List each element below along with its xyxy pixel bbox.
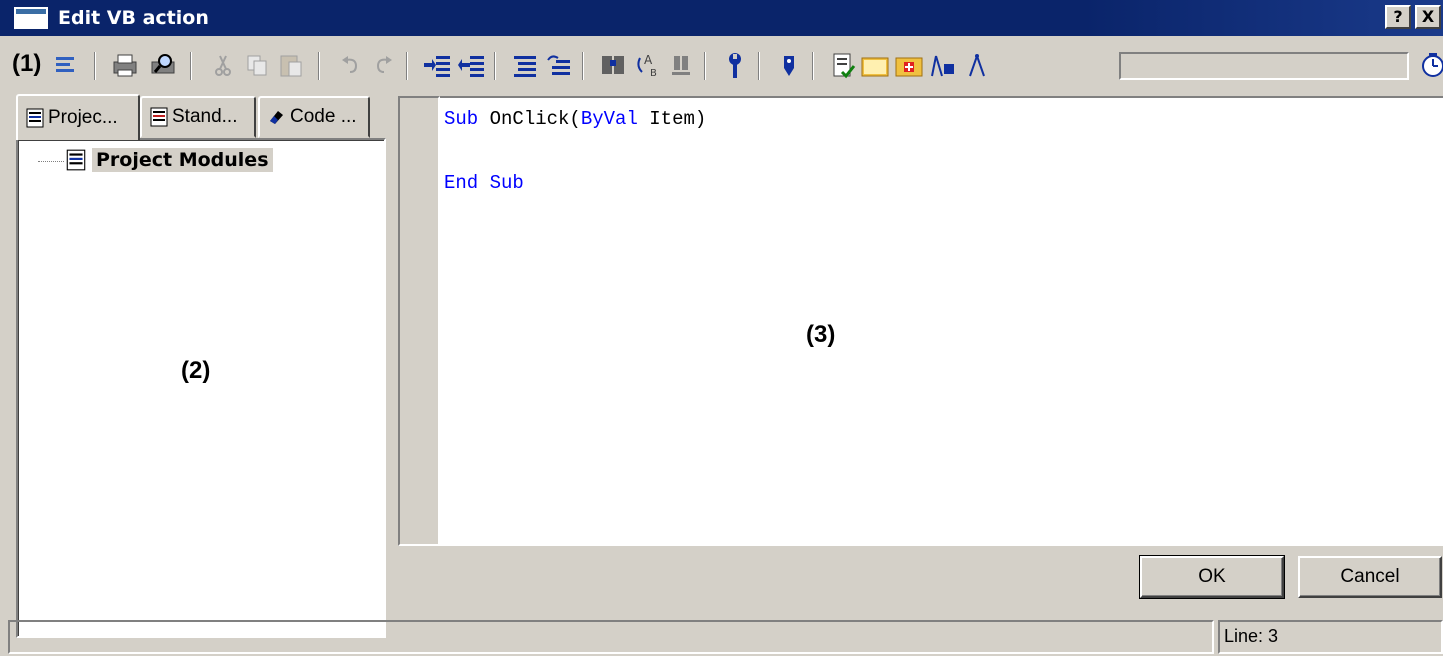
replace-icon[interactable]: A B (630, 48, 664, 82)
code-keyword: ByVal (580, 108, 638, 130)
window-title: Edit VB action (58, 7, 209, 29)
module-list-icon (26, 108, 44, 128)
module-tree[interactable]: Project Modules (2) (16, 138, 386, 638)
comment-icon[interactable] (508, 48, 542, 82)
ok-button[interactable]: OK (1139, 555, 1285, 599)
module-browser: Projec... Stand... Code ... Project Modu… (0, 94, 393, 638)
find-icon[interactable] (596, 48, 630, 82)
close-button[interactable]: X (1415, 5, 1441, 29)
cancel-button[interactable]: Cancel (1298, 556, 1442, 598)
module-list-icon (150, 107, 168, 127)
print-icon[interactable] (108, 48, 142, 82)
print-preview-icon[interactable] (146, 48, 180, 82)
dynamic-wizard-icon[interactable] (960, 48, 994, 82)
tab-label: Projec... (48, 107, 118, 128)
callout-1: (1) (12, 50, 42, 77)
copy-icon[interactable] (240, 48, 274, 82)
undo-icon[interactable] (334, 48, 368, 82)
outdent-icon[interactable] (454, 48, 488, 82)
code-keyword: Sub (444, 108, 479, 130)
tab-standard-modules[interactable]: Stand... (140, 96, 256, 138)
tab-label: Code ... (290, 106, 357, 127)
code-text: Item) (637, 108, 707, 130)
callout-2: (2) (181, 357, 211, 384)
module-list-icon (66, 149, 86, 171)
tree-node-label: Project Modules (92, 148, 273, 172)
toolbar-separator (406, 52, 408, 80)
uncomment-icon[interactable] (542, 48, 576, 82)
settings-icon[interactable] (718, 48, 752, 82)
indent-icon[interactable] (420, 48, 454, 82)
status-line-number: Line: 3 (1218, 620, 1443, 654)
title-bar: Edit VB action ? X (0, 0, 1443, 36)
editor-gutter (398, 96, 440, 546)
timer-icon[interactable] (1416, 48, 1443, 82)
goto-icon[interactable] (664, 48, 698, 82)
tree-connector (38, 160, 64, 162)
svg-text:A: A (644, 53, 653, 67)
code-editor[interactable]: Sub OnClick(ByVal Item) End Sub (3) (440, 96, 1443, 546)
toolbar-separator (94, 52, 96, 80)
tab-code-templates[interactable]: Code ... (258, 96, 370, 138)
status-bar: Line: 3 (0, 618, 1443, 656)
paste-icon[interactable] (274, 48, 308, 82)
code-text: OnClick( (478, 108, 581, 130)
toolbar-separator (758, 52, 760, 80)
redo-icon[interactable] (366, 48, 400, 82)
folder-add-icon[interactable] (892, 48, 926, 82)
tag-icon[interactable] (772, 48, 806, 82)
properties-icon[interactable] (48, 48, 82, 82)
cut-icon[interactable] (206, 48, 240, 82)
tab-project-modules[interactable]: Projec... (16, 94, 140, 140)
toolbar-separator (190, 52, 192, 80)
toolbar-separator (582, 52, 584, 80)
code-keyword: End Sub (444, 172, 524, 194)
window-icon (14, 7, 48, 29)
property-assistant-icon[interactable] (926, 48, 960, 82)
status-message (8, 620, 1214, 654)
svg-text:B: B (650, 68, 657, 79)
folder-icon[interactable] (858, 48, 892, 82)
help-button[interactable]: ? (1385, 5, 1411, 29)
tab-label: Stand... (172, 106, 238, 127)
toolbar-separator (704, 52, 706, 80)
code-line: Sub OnClick(ByVal Item) (444, 108, 706, 130)
toolbar-separator (494, 52, 496, 80)
toolbar-combo[interactable] (1119, 52, 1409, 80)
code-line: End Sub (444, 172, 524, 194)
check-syntax-icon[interactable] (826, 48, 860, 82)
toolbar-separator (812, 52, 814, 80)
callout-3: (3) (806, 321, 836, 348)
tree-node-project-modules[interactable]: Project Modules (38, 148, 273, 172)
eraser-icon (270, 111, 283, 124)
toolbar-separator (318, 52, 320, 80)
